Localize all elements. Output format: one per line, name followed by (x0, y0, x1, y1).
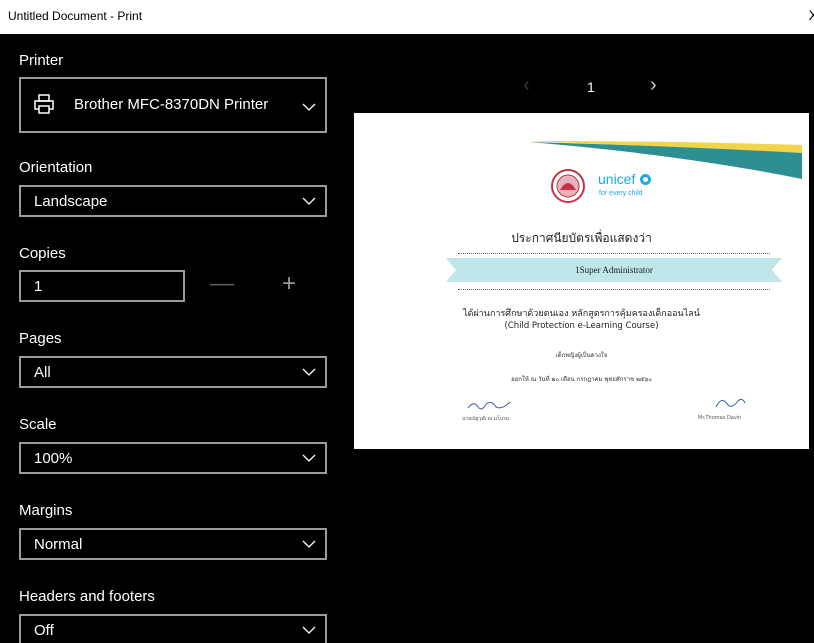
signer-right: Mr.Thomas Davin (698, 415, 742, 421)
close-icon[interactable]: X (809, 7, 814, 23)
certificate-title: ประกาศนียบัตรเพื่อแสดงว่า (511, 231, 652, 245)
margins-select[interactable]: Normal (19, 528, 327, 560)
seal-logo (551, 169, 585, 203)
copies-label: Copies (19, 245, 66, 262)
next-page-button[interactable]: › (650, 74, 657, 97)
headers-footers-label: Headers and footers (19, 588, 155, 605)
pages-select[interactable]: All (19, 356, 327, 388)
printer-value: Brother MFC-8370DN Printer (74, 96, 269, 113)
certificate-subline: เด็กหญิงผู้เป็นดวงใจ (555, 352, 608, 359)
signature-left (467, 401, 511, 410)
pages-value: All (34, 364, 51, 381)
recipient-name: 1Super Administrator (575, 265, 653, 275)
pages-label: Pages (19, 330, 62, 347)
page-number: 1 (587, 79, 595, 95)
orientation-value: Landscape (34, 193, 108, 210)
margins-label: Margins (19, 502, 73, 519)
printer-select[interactable]: Brother MFC-8370DN Printer (19, 77, 327, 133)
unicef-tagline: for every child (599, 190, 643, 197)
margins-value: Normal (34, 536, 83, 553)
chevron-down-icon (302, 626, 316, 634)
divider (458, 253, 770, 254)
window-title: Untitled Document - Print (8, 9, 143, 23)
scale-value: 100% (34, 450, 73, 467)
printer-label: Printer (19, 52, 64, 69)
copies-input[interactable]: 1 (19, 270, 185, 302)
copies-value: 1 (34, 278, 43, 295)
orientation-label: Orientation (19, 159, 93, 176)
print-settings-panel: Printer Brother MFC-8370DN Printer Orien… (0, 34, 340, 643)
headers-footers-select[interactable]: Off (19, 614, 327, 643)
issue-date: ออกให้ ณ วันที่ ๒๐ เดือน กรกฎาคม พุทธศัก… (511, 376, 652, 383)
previous-page-button[interactable]: ‹ (523, 74, 530, 97)
signature-right (715, 398, 746, 408)
chevron-down-icon (302, 454, 316, 462)
printer-icon (34, 94, 54, 114)
orientation-select[interactable]: Landscape (19, 185, 327, 217)
chevron-down-icon (302, 103, 316, 111)
copies-increment-button[interactable]: + (282, 270, 296, 298)
chevron-down-icon (302, 197, 316, 205)
certificate-line-1: ได้ผ่านการศึกษาด้วยตนเอง หลักสูตรการคุ้ม… (463, 309, 700, 319)
certificate-line-2: (Child Protection e-Learning Course) (504, 321, 659, 331)
title-bar: Untitled Document - Print X (0, 0, 814, 34)
chevron-down-icon (302, 540, 316, 548)
print-preview-page: unicef for every child ประกาศนียบัตรเพื่… (354, 113, 809, 449)
signer-left: นายณัฐวุฒิ ณ มโนรม (462, 416, 510, 422)
globe-icon (640, 174, 651, 185)
copies-decrement-button[interactable]: — (210, 270, 234, 298)
scale-select[interactable]: 100% (19, 442, 327, 474)
unicef-logo: unicef (598, 171, 636, 187)
chevron-down-icon (302, 368, 316, 376)
divider (458, 289, 770, 290)
scale-label: Scale (19, 416, 57, 433)
headers-footers-value: Off (34, 622, 54, 639)
